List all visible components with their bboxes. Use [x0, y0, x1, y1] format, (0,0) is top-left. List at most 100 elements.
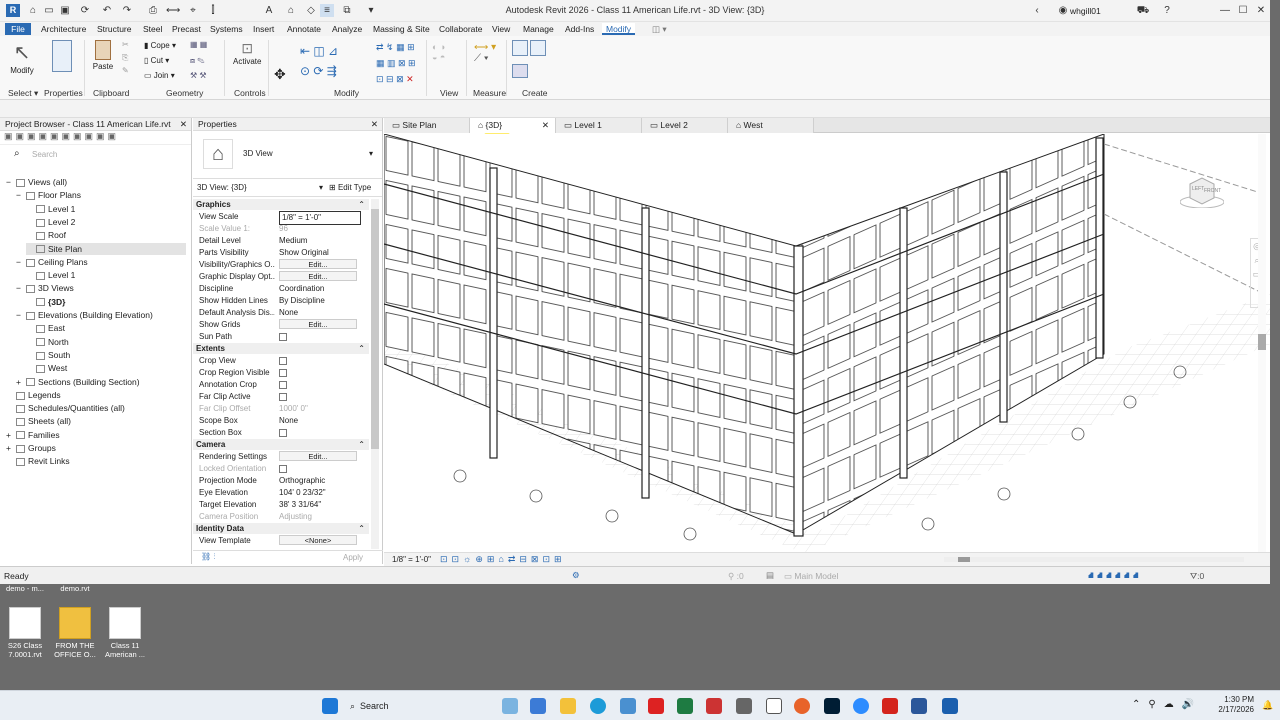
browser-node[interactable]: + Families — [6, 429, 60, 441]
browser-search[interactable]: ⌕ Search — [6, 148, 185, 161]
similar-icon[interactable] — [512, 64, 528, 80]
document-icon[interactable] — [766, 698, 782, 714]
property-value[interactable]: By Discipline — [279, 295, 361, 307]
desktop-icon-folder[interactable]: demo.rvt FROM THE OFFICE O... — [50, 584, 100, 659]
zoom-icon[interactable] — [853, 698, 869, 714]
menu-architecture[interactable]: Architecture — [41, 23, 86, 35]
firefox-icon[interactable] — [794, 698, 810, 714]
menu-file[interactable]: File — [5, 23, 31, 35]
view-scale[interactable]: 1/8" = 1'-0" — [392, 555, 431, 564]
edit-button[interactable]: Edit... — [279, 271, 357, 281]
browser-node[interactable]: Level 1 — [26, 269, 75, 281]
lucid-icon[interactable] — [648, 698, 664, 714]
tab-level-2[interactable]: ▭ Level 2 — [642, 118, 728, 133]
match-icon[interactable]: ✎ — [122, 66, 129, 75]
outlook-icon[interactable] — [530, 698, 546, 714]
tab-level-1[interactable]: ▭ Level 1 — [556, 118, 642, 133]
browser-node[interactable]: West — [26, 362, 67, 374]
type-selector[interactable]: ⌂ 3D View ▾ — [193, 131, 382, 179]
browser-node[interactable]: + Groups — [6, 442, 56, 454]
edit-button[interactable]: Edit... — [279, 259, 357, 269]
checkbox[interactable] — [279, 393, 287, 401]
browser-node[interactable]: Schedules/Quantities (all) — [6, 402, 125, 414]
explorer-icon[interactable] — [560, 698, 576, 714]
property-value[interactable]: 96 — [279, 223, 361, 235]
tab-site-plan[interactable]: ▭ Site Plan — [384, 118, 470, 133]
expand-toggle-icon[interactable]: − — [16, 189, 26, 201]
start-icon[interactable] — [322, 698, 338, 714]
checkbox[interactable] — [279, 357, 287, 365]
align-tool-icon[interactable]: ⇤ ◫ ⊿ — [300, 44, 338, 58]
browser-node[interactable]: {3D} — [26, 296, 65, 308]
expand-toggle-icon[interactable]: + — [6, 442, 16, 454]
close-tab-icon[interactable]: ✕ — [542, 118, 549, 133]
expand-toggle-icon[interactable]: − — [16, 309, 26, 321]
notes-icon[interactable] — [736, 698, 752, 714]
search-icon[interactable]: ‹ — [1030, 4, 1044, 17]
browser-node[interactable]: + Sections (Building Section) — [16, 376, 140, 388]
status-icon[interactable]: ⚙ — [572, 570, 580, 581]
property-value[interactable]: 38' 3 31/64" — [279, 499, 361, 511]
viewcube-front[interactable]: FRONT — [1204, 188, 1221, 194]
menu-insert[interactable]: Insert — [253, 23, 274, 35]
property-group-header[interactable]: Camera ⌃ — [193, 439, 369, 450]
modify-tool-button[interactable]: ↖ Modify — [9, 40, 35, 84]
taskbar-search[interactable]: ⌕ Search — [350, 698, 460, 714]
modify-small-tools[interactable]: ⇄ ↯ ▦ ⊞ — [376, 42, 415, 53]
model-dropdown[interactable]: ▭ Main Model — [784, 571, 838, 582]
menu-manage[interactable]: Manage — [523, 23, 554, 35]
demolish-icon[interactable]: ⚒ ⚒ — [190, 71, 207, 80]
cope-button[interactable]: ▮ Cope ▾ — [144, 41, 176, 50]
browser-node[interactable]: − Ceiling Plans — [16, 256, 88, 268]
horizontal-scrollbar[interactable] — [944, 557, 1244, 562]
browser-node[interactable]: − Floor Plans — [16, 189, 81, 201]
browser-node[interactable]: Level 2 — [26, 216, 75, 228]
expand-toggle-icon[interactable]: + — [16, 376, 26, 388]
close-panel-icon[interactable]: ✕ — [180, 118, 187, 131]
browser-node[interactable]: East — [26, 322, 65, 334]
paste-button[interactable]: Paste — [90, 40, 116, 71]
browser-node[interactable]: − Elevations (Building Elevation) — [16, 309, 153, 321]
checkbox[interactable] — [279, 369, 287, 377]
edit-button[interactable]: Edit... — [279, 319, 357, 329]
browser-toolbar[interactable]: ▣▣▣▣▣▣▣▣▣▣ — [0, 131, 191, 145]
browser-node[interactable]: Site Plan — [26, 242, 186, 255]
view-tools-icon[interactable]: ◐ ◑ ◒ ◓ — [432, 42, 445, 62]
view-controls-icons[interactable]: ⊡⊡☼⊕⊞⌂⇄⊟⊠⊡⊞ — [440, 554, 566, 565]
collapse-icon[interactable]: ⌃ — [358, 343, 365, 354]
property-group-header[interactable]: Graphics ⌃ — [193, 199, 369, 210]
close-properties-icon[interactable]: ✕ — [371, 118, 378, 131]
browser-node[interactable]: South — [26, 349, 70, 361]
property-edit-button[interactable]: Edit... — [279, 259, 361, 271]
apply-button[interactable]: Apply — [343, 553, 363, 562]
user-icon[interactable]: ◉ — [1056, 4, 1070, 17]
horizontal-scroll-thumb[interactable] — [958, 557, 970, 562]
menu-steel[interactable]: Steel — [143, 23, 162, 35]
type-dropdown-icon[interactable]: ▾ — [369, 149, 373, 158]
menu-structure[interactable]: Structure — [97, 23, 132, 35]
scrollbar-thumb[interactable] — [371, 209, 379, 449]
browser-node[interactable]: North — [26, 336, 69, 348]
viewport-scrollbar[interactable] — [1258, 134, 1266, 552]
copy-rotate-icon[interactable]: ⊙ ⟳ ⇶ — [300, 64, 337, 78]
instance-selector[interactable]: 3D View: {3D} ▾ ⊞ Edit Type — [193, 179, 382, 197]
pin-tools[interactable]: ⊡ ⊟ ⊠ ✕ — [376, 74, 414, 85]
desktop-icon-file-1[interactable]: demo - m... S26 Class 7.0001.rvt — [0, 584, 50, 659]
selection-toggles[interactable]: ⛘⛘⛘⛘⛘⛘ — [1088, 570, 1142, 582]
expand-toggle-icon[interactable]: − — [6, 176, 16, 188]
checkbox[interactable] — [279, 465, 287, 473]
activate-button[interactable]: ⊡ Activate — [233, 40, 261, 66]
property-value[interactable]: Medium — [279, 235, 361, 247]
checkbox[interactable] — [279, 381, 287, 389]
properties-scrollbar[interactable] — [371, 199, 379, 549]
menu-modify[interactable]: Modify — [602, 23, 636, 35]
contextual-menu-icon[interactable]: ◫ ▾ — [652, 23, 667, 35]
property-value[interactable]: Orthographic — [279, 475, 361, 487]
split-tools[interactable]: ▦ ▥ ⊠ ⊞ — [376, 58, 416, 69]
measure-tools-icon[interactable]: ⟷ ▾ ⟋ ▾ — [474, 42, 496, 64]
checkbox[interactable] — [279, 429, 287, 437]
property-value[interactable]: Coordination — [279, 283, 361, 295]
cart-icon[interactable]: ⛟ — [1136, 4, 1150, 17]
collapse-icon[interactable]: ⌃ — [358, 523, 365, 534]
system-tray-icons[interactable]: ⌃⚲☁🔊 — [1132, 699, 1202, 710]
